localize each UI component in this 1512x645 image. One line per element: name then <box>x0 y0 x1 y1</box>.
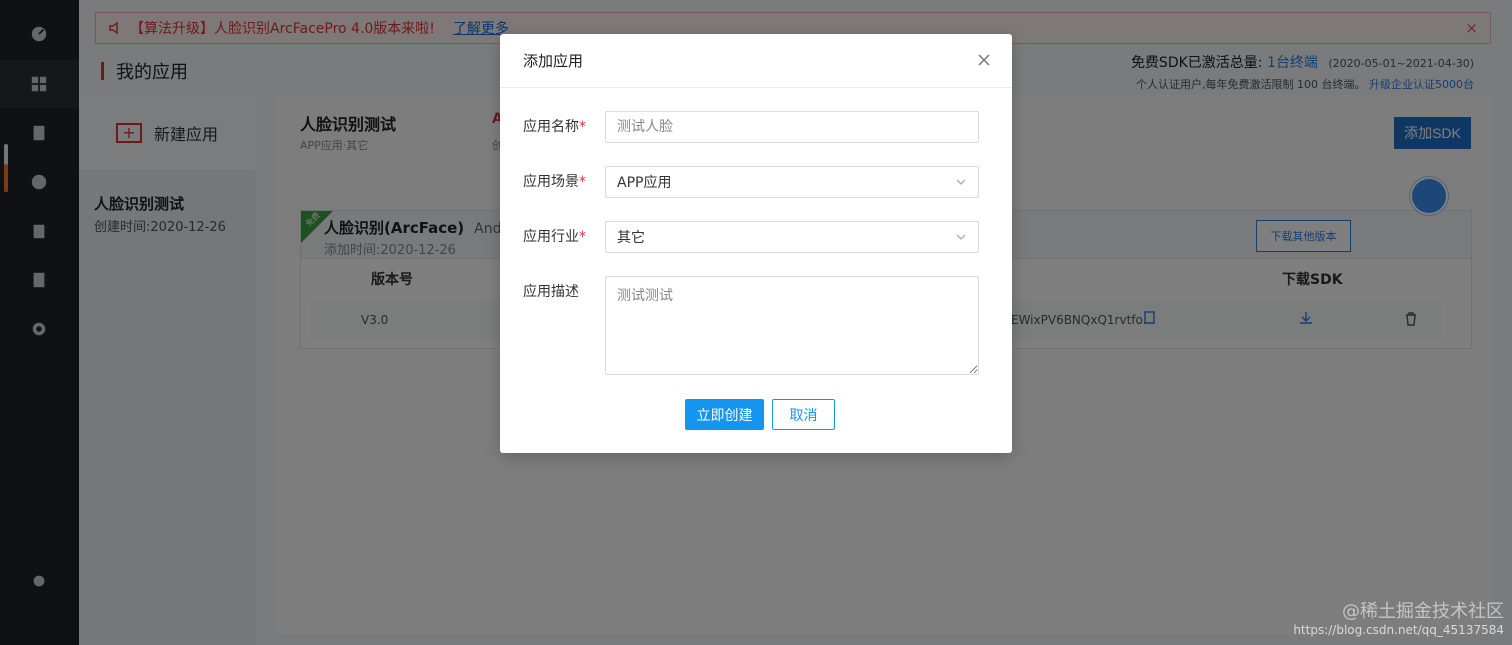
app-scene-label: 应用场景* <box>523 174 586 190</box>
app-industry-select[interactable]: 其它 <box>605 221 979 253</box>
form-row-name: 应用名称* <box>523 111 979 143</box>
close-icon[interactable] <box>976 52 992 68</box>
form-row-industry: 应用行业* 其它 <box>523 221 979 253</box>
watermark-line1: @稀土掘金技术社区 <box>1342 601 1504 622</box>
form-row-description: 应用描述 <box>523 276 979 375</box>
app-description-textarea[interactable] <box>605 276 979 375</box>
chevron-down-icon <box>955 231 967 243</box>
dialog-title: 添加应用 <box>523 52 584 70</box>
app-name-label: 应用名称* <box>523 119 586 135</box>
app-scene-value: APP应用 <box>617 175 672 191</box>
dialog-header: 添加应用 <box>500 34 1012 88</box>
app-industry-value: 其它 <box>617 230 645 246</box>
add-app-dialog: 添加应用 应用名称* 应用场景* APP应用 应用行业* 其它 应用描述 立即创… <box>500 34 1012 453</box>
form-row-scene: 应用场景* APP应用 <box>523 166 979 198</box>
app-name-input[interactable] <box>605 111 979 143</box>
app-description-label: 应用描述 <box>523 284 579 300</box>
chevron-down-icon <box>955 176 967 188</box>
app-industry-label: 应用行业* <box>523 229 586 245</box>
watermark: @稀土掘金技术社区 https://blog.csdn.net/qq_45137… <box>1293 597 1504 637</box>
watermark-line2: https://blog.csdn.net/qq_45137584 <box>1293 623 1504 637</box>
cancel-button[interactable]: 取消 <box>772 399 835 430</box>
app-scene-select[interactable]: APP应用 <box>605 166 979 198</box>
create-now-button[interactable]: 立即创建 <box>685 399 764 430</box>
